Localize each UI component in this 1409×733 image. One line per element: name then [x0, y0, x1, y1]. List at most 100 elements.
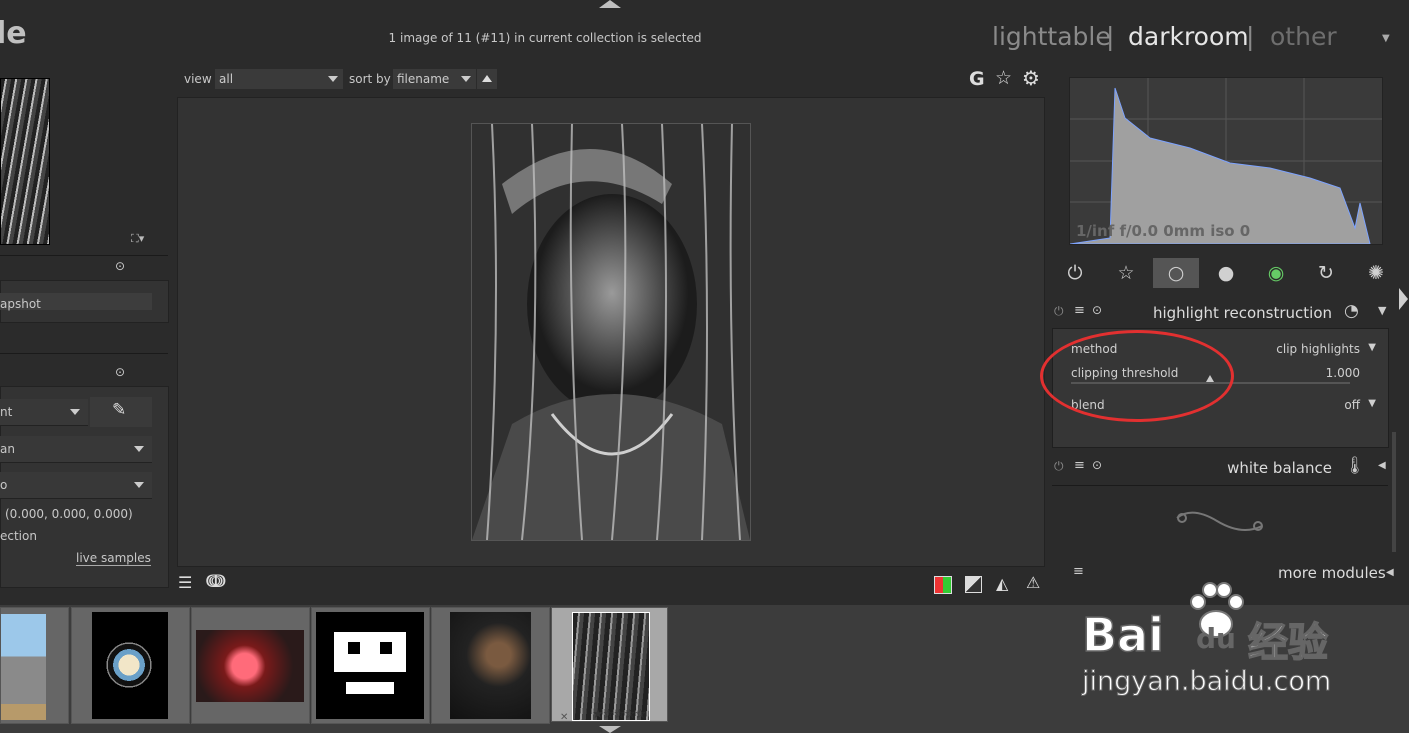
filmstrip-thumb[interactable]	[0, 607, 69, 724]
app-title-fragment: le	[0, 16, 27, 51]
module-multi-icon[interactable]: ◔	[1344, 301, 1359, 321]
picker-values: (0.000, 0.000, 0.000)	[5, 507, 133, 521]
navigation-thumbnail[interactable]	[0, 78, 50, 245]
sort-label: sort by	[349, 72, 391, 86]
picker-color-value: o	[0, 478, 8, 492]
view-darkroom[interactable]: darkroom	[1128, 22, 1249, 51]
view-select[interactable]: all	[215, 69, 343, 89]
module-enable-icon[interactable]: ⏻	[1054, 304, 1064, 319]
thumb-image	[316, 612, 424, 719]
watermark-url: jingyan.baidu.com	[1081, 666, 1332, 698]
ornament-icon	[1172, 506, 1267, 540]
blend-value: off	[1344, 398, 1360, 412]
thumb-image	[1, 614, 46, 720]
color-assessment-icon[interactable]	[934, 576, 952, 594]
module-header-highlight[interactable]: ⏻ ≡ ⊙ highlight reconstruction ◔ ▼	[1052, 299, 1388, 327]
star-icon[interactable]: ☆	[624, 707, 636, 722]
presets-icon[interactable]: ≡	[1074, 458, 1085, 473]
views-dropdown-icon[interactable]: ▼	[1382, 33, 1390, 44]
correct-group-icon[interactable]: ↻	[1303, 258, 1349, 288]
divider	[0, 353, 168, 354]
gamut-check-icon[interactable]: ◭	[996, 574, 1008, 593]
snapshot-label: apshot	[0, 297, 41, 311]
reset-icon[interactable]: ⊙	[115, 365, 125, 379]
picker-stat-select[interactable]: an	[0, 436, 152, 463]
grouping-button[interactable]: G	[969, 68, 985, 90]
star-rating[interactable]: ★☆☆☆☆	[592, 705, 647, 725]
main-photo	[471, 123, 751, 541]
star-icon[interactable]: ☆	[995, 67, 1012, 89]
sort-select-value: filename	[397, 72, 450, 86]
tone-group-icon[interactable]: ●	[1203, 258, 1249, 288]
scrollbar[interactable]	[1392, 432, 1396, 552]
take-snapshot-button[interactable]: apshot	[0, 293, 152, 311]
power-icon[interactable]: ⏻	[1052, 258, 1098, 288]
gear-icon[interactable]: ⚙	[1022, 66, 1040, 90]
module-enable-icon[interactable]: ⏻	[1054, 459, 1064, 474]
selection-label: ection	[0, 529, 37, 543]
view-lighttable[interactable]: lighttable	[992, 22, 1111, 51]
filmstrip-thumb[interactable]	[71, 607, 190, 724]
thumb-image	[450, 612, 531, 719]
annotation-circle	[1040, 330, 1234, 422]
styles-icon[interactable]: ↈ	[206, 571, 226, 592]
collapse-bottom-arrow-icon[interactable]	[599, 726, 621, 733]
picker-stat-value: an	[0, 442, 15, 456]
view-separator: |	[1246, 22, 1255, 51]
effects-group-icon[interactable]: ✺	[1353, 258, 1399, 288]
filmstrip-thumb[interactable]	[431, 607, 550, 724]
expand-icon[interactable]: ⛶▾	[131, 232, 144, 246]
presets-icon[interactable]: ≡	[1073, 564, 1084, 579]
star-icon[interactable]: ☆	[603, 707, 615, 722]
filmstrip-thumb-selected[interactable]: ✕ ★☆☆☆☆	[551, 607, 668, 725]
view-label: view	[184, 72, 212, 86]
star-icon[interactable]: ☆	[635, 707, 647, 722]
softproof-icon[interactable]	[965, 576, 982, 593]
method-value: clip highlights	[1276, 342, 1360, 356]
reset-icon[interactable]: ⊙	[1092, 303, 1102, 317]
watermark-cn: 经验	[1247, 619, 1329, 667]
watermark-brand: Bai	[1081, 607, 1164, 663]
divider	[0, 255, 168, 256]
baidu-watermark: Bai du 经验 jingyan.baidu.com	[1072, 580, 1402, 700]
expand-icon[interactable]: ◀	[1386, 567, 1394, 578]
thumb-image	[92, 612, 168, 719]
reset-icon[interactable]: ⊙	[115, 259, 125, 273]
collapse-icon[interactable]: ▼	[1378, 304, 1386, 317]
sort-select[interactable]: filename	[393, 69, 476, 89]
thermometer-icon[interactable]: 🌡	[1344, 456, 1366, 476]
thumb-image	[196, 630, 304, 702]
warning-icon[interactable]: ⚠	[1026, 573, 1040, 592]
presets-icon[interactable]: ≡	[1074, 303, 1085, 318]
base-group-icon[interactable]: ○	[1153, 258, 1199, 288]
filmstrip-thumb[interactable]	[191, 607, 310, 724]
star-icon[interactable]: ★	[592, 707, 604, 722]
color-group-icon[interactable]: ◉	[1253, 258, 1299, 288]
module-title: highlight reconstruction	[1152, 304, 1332, 322]
eyedropper-icon: ✎	[112, 400, 127, 420]
dropdown-icon: ▼	[1368, 398, 1376, 409]
module-header-white-balance[interactable]: ⏻ ≡ ⊙ white balance 🌡 ◀	[1052, 454, 1388, 482]
filmstrip-thumb[interactable]	[311, 607, 430, 724]
collapse-right-arrow-icon[interactable]	[1399, 288, 1408, 310]
favorites-icon[interactable]: ☆	[1103, 258, 1149, 288]
threshold-value: 1.000	[1325, 366, 1360, 380]
picker-color-select[interactable]: o	[0, 472, 152, 499]
sort-order-button[interactable]	[477, 69, 497, 89]
view-select-value: all	[219, 72, 234, 86]
watermark-brand2: du	[1196, 622, 1236, 655]
live-samples-label: live samples	[76, 551, 151, 566]
expand-icon[interactable]: ◀	[1378, 460, 1386, 471]
color-picker-button[interactable]: ✎	[90, 397, 152, 427]
reset-icon[interactable]: ⊙	[1092, 458, 1102, 472]
collapse-top-arrow-icon[interactable]	[599, 0, 621, 8]
picker-mode-select[interactable]: nt	[0, 399, 88, 426]
exif-info: 1/inf f/0.0 0mm iso 0	[1076, 222, 1251, 240]
reject-icon[interactable]: ✕	[560, 708, 568, 728]
histogram[interactable]	[1069, 77, 1383, 245]
picker-mode-value: nt	[0, 405, 13, 419]
menu-icon[interactable]: ☰	[178, 573, 192, 592]
view-other[interactable]: other	[1270, 22, 1337, 51]
view-separator: |	[1106, 22, 1115, 51]
star-icon[interactable]: ☆	[613, 707, 625, 722]
